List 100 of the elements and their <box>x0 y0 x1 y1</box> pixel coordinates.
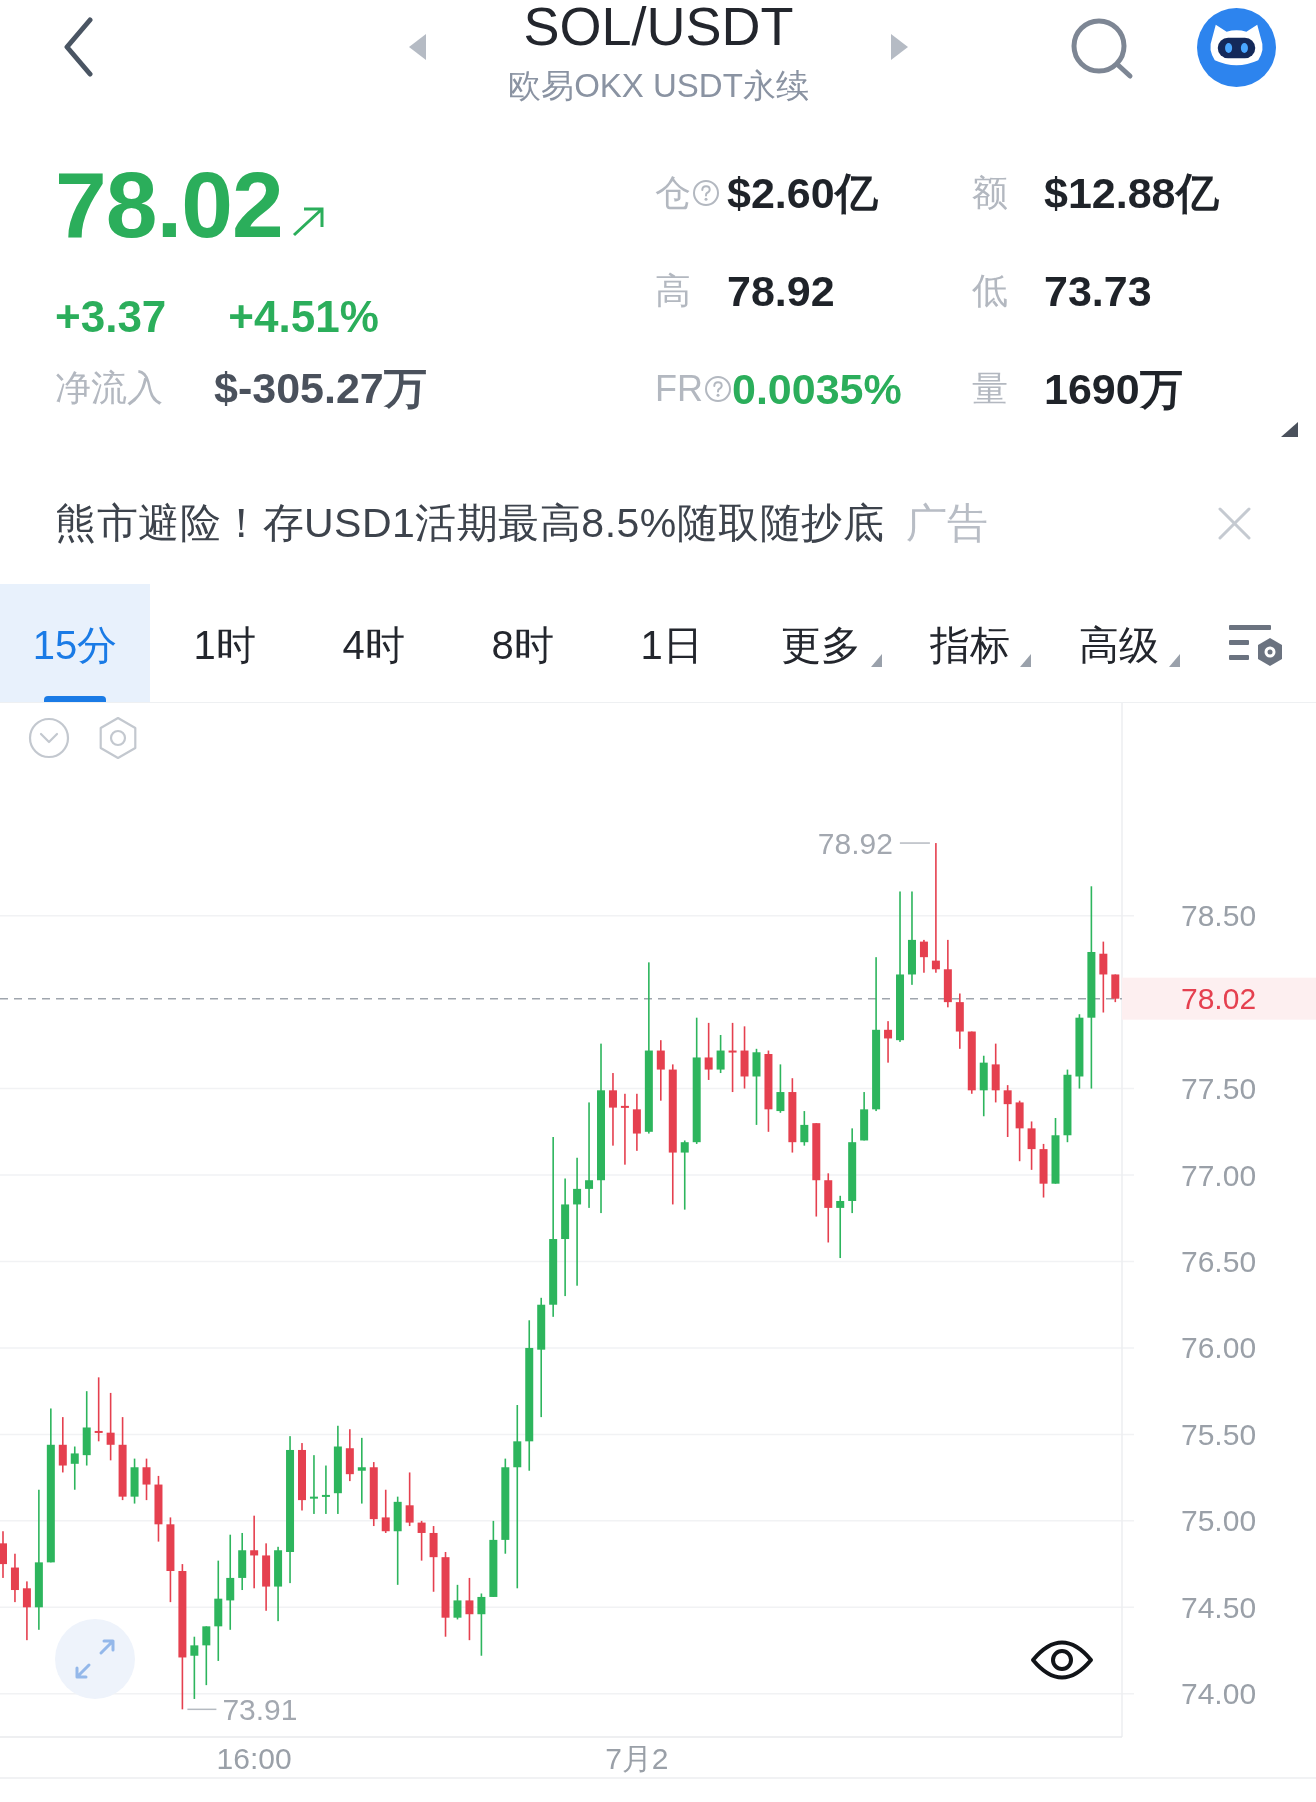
corner-triangle-icon[interactable] <box>1281 422 1298 437</box>
axis-label: 76.50 <box>1181 1245 1257 1278</box>
search-icon[interactable] <box>1069 17 1134 80</box>
leader-line <box>899 842 931 844</box>
falling-candle <box>1003 1085 1012 1137</box>
price-annotation: 78.92 <box>817 826 893 860</box>
expand-icon[interactable] <box>55 1619 135 1699</box>
menu-tab[interactable]: 高级 <box>1044 584 1193 702</box>
price-annotation: 73.91 <box>222 1692 298 1726</box>
robot-avatar-icon[interactable] <box>1197 8 1276 87</box>
axis-label: 77.50 <box>1181 1072 1257 1106</box>
falling-candle <box>1099 941 1108 1013</box>
falling-candle <box>369 1462 378 1527</box>
stat-label: 高 <box>655 271 691 311</box>
falling-candle <box>0 1531 7 1578</box>
falling-candle <box>656 1040 665 1101</box>
falling-candle <box>919 939 928 973</box>
dropdown-triangle-icon <box>1019 654 1031 667</box>
axis-label: 76.00 <box>1181 1331 1257 1365</box>
falling-candle <box>465 1577 474 1641</box>
back-icon[interactable] <box>63 17 93 77</box>
axis-label: 16:00 <box>216 1741 292 1775</box>
caret-left-icon[interactable] <box>409 34 426 60</box>
falling-candle <box>405 1472 414 1527</box>
rising-candle <box>453 1584 462 1620</box>
falling-candle <box>94 1377 103 1442</box>
falling-candle <box>381 1489 390 1533</box>
help-icon[interactable] <box>692 179 720 207</box>
pair-title: SOL/USDT <box>523 0 794 52</box>
axis-label: 78.50 <box>1181 899 1257 933</box>
falling-candle <box>1015 1100 1024 1162</box>
rising-candle <box>979 1055 988 1117</box>
falling-candle <box>632 1093 641 1151</box>
falling-candle <box>154 1475 163 1542</box>
falling-candle <box>620 1093 629 1165</box>
stat-value: 1690万 <box>1044 364 1183 414</box>
rising-candle <box>1051 1118 1060 1184</box>
stat-value: $-305.27万 <box>214 363 427 413</box>
falling-candle <box>824 1173 833 1243</box>
falling-candle <box>728 1022 737 1093</box>
falling-candle <box>22 1581 31 1641</box>
axis-label: 74.50 <box>1181 1590 1257 1624</box>
rising-candle <box>70 1446 79 1490</box>
rising-candle <box>202 1626 211 1686</box>
stat-label: 额 <box>972 173 1008 213</box>
chart-settings-icon[interactable] <box>99 716 137 760</box>
interval-tab[interactable]: 1日 <box>597 584 746 702</box>
last-price: 78.02 <box>55 155 283 255</box>
falling-candle <box>740 1026 749 1089</box>
axis-label: 7月2 <box>605 1741 669 1775</box>
menu-tab[interactable]: 更多 <box>746 584 895 702</box>
eye-icon[interactable] <box>1031 1640 1093 1680</box>
percent-change: +4.51% <box>228 292 379 342</box>
close-icon[interactable] <box>1217 506 1252 540</box>
falling-candle <box>417 1520 426 1561</box>
falling-candle <box>142 1458 151 1501</box>
falling-candle <box>345 1429 354 1482</box>
leader-line <box>186 1708 218 1711</box>
stat-value: 0.0035% <box>732 364 902 414</box>
stat-value: 78.92 <box>727 266 835 316</box>
rising-candle <box>800 1111 809 1146</box>
falling-candle <box>298 1443 306 1511</box>
rising-candle <box>776 1064 785 1113</box>
axis-label: 74.00 <box>1181 1677 1257 1711</box>
ad-text[interactable]: 熊市避险！存USD1活期最高8.5%随取随抄底 <box>55 499 885 547</box>
falling-candle <box>967 1031 976 1094</box>
ref-line-label: 78.02 <box>1181 982 1257 1016</box>
falling-candle <box>1039 1143 1048 1198</box>
falling-candle <box>58 1417 67 1473</box>
falling-candle <box>991 1043 1000 1103</box>
stat-label: FR <box>655 369 703 409</box>
axis-label: 75.50 <box>1181 1417 1257 1451</box>
falling-candle <box>429 1526 438 1592</box>
stat-label: 量 <box>972 369 1008 409</box>
interval-tab[interactable]: 1时 <box>150 584 299 702</box>
price-change: +3.37 <box>55 292 167 342</box>
axis-label: 75.00 <box>1181 1504 1257 1538</box>
interval-tab[interactable]: 8时 <box>448 584 597 702</box>
stat-value: $2.60亿 <box>727 168 878 218</box>
rising-candle <box>130 1458 139 1504</box>
help-icon[interactable] <box>704 375 732 403</box>
falling-candle <box>262 1543 271 1611</box>
menu-tab[interactable]: 指标 <box>895 584 1044 702</box>
rising-candle <box>836 1195 845 1259</box>
caret-right-icon[interactable] <box>891 34 908 60</box>
interval-tab[interactable]: 15分 <box>0 584 150 702</box>
falling-candle <box>1027 1121 1036 1170</box>
interval-tab[interactable]: 4时 <box>299 584 448 702</box>
stat-value: 73.73 <box>1044 266 1152 316</box>
settings-icon[interactable] <box>1229 622 1285 668</box>
rising-candle <box>238 1532 247 1591</box>
rising-candle <box>716 1035 725 1074</box>
tab-underline <box>44 696 106 702</box>
axis-label: 77.00 <box>1181 1158 1257 1192</box>
rising-candle <box>680 1140 689 1210</box>
collapse-icon[interactable] <box>28 717 70 759</box>
falling-candle <box>943 939 952 1008</box>
current-price-tag: 78.02 <box>1122 977 1316 1020</box>
stat-label: 仓 <box>655 173 691 213</box>
rising-candle <box>357 1437 366 1504</box>
